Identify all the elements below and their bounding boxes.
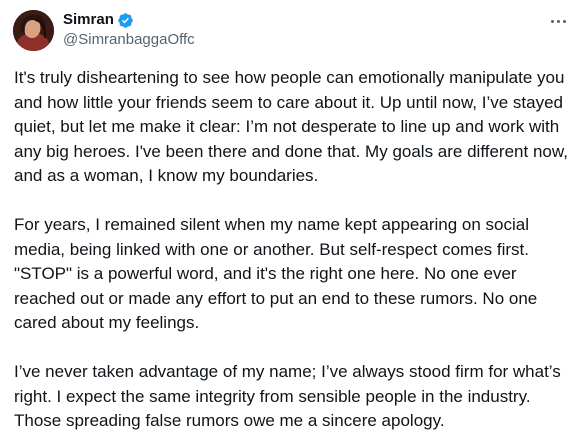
tweet-paragraph: For years, I remained silent when my nam… <box>14 215 538 332</box>
tweet-header: Simran @SimranbaggaOffc <box>13 8 195 52</box>
more-dot <box>556 19 560 23</box>
more-dot <box>562 19 566 23</box>
more-options-icon[interactable] <box>545 13 571 29</box>
author-name[interactable]: Simran <box>63 10 114 30</box>
avatar-image <box>13 9 54 51</box>
tweet-paragraph: I’ve never taken advantage of my name; I… <box>14 362 561 430</box>
verified-badge-icon <box>117 12 134 29</box>
tweet-card: Simran @SimranbaggaOffc It's truly dishe… <box>0 0 585 432</box>
avatar[interactable] <box>13 9 54 51</box>
name-row: Simran <box>63 10 195 30</box>
tweet-paragraph: It's truly disheartening to see how peop… <box>14 68 568 185</box>
author-handle[interactable]: @SimranbaggaOffc <box>63 30 195 50</box>
tweet-text: It's truly disheartening to see how peop… <box>14 66 580 434</box>
author-identity: Simran @SimranbaggaOffc <box>63 10 195 50</box>
more-dot <box>550 19 554 23</box>
